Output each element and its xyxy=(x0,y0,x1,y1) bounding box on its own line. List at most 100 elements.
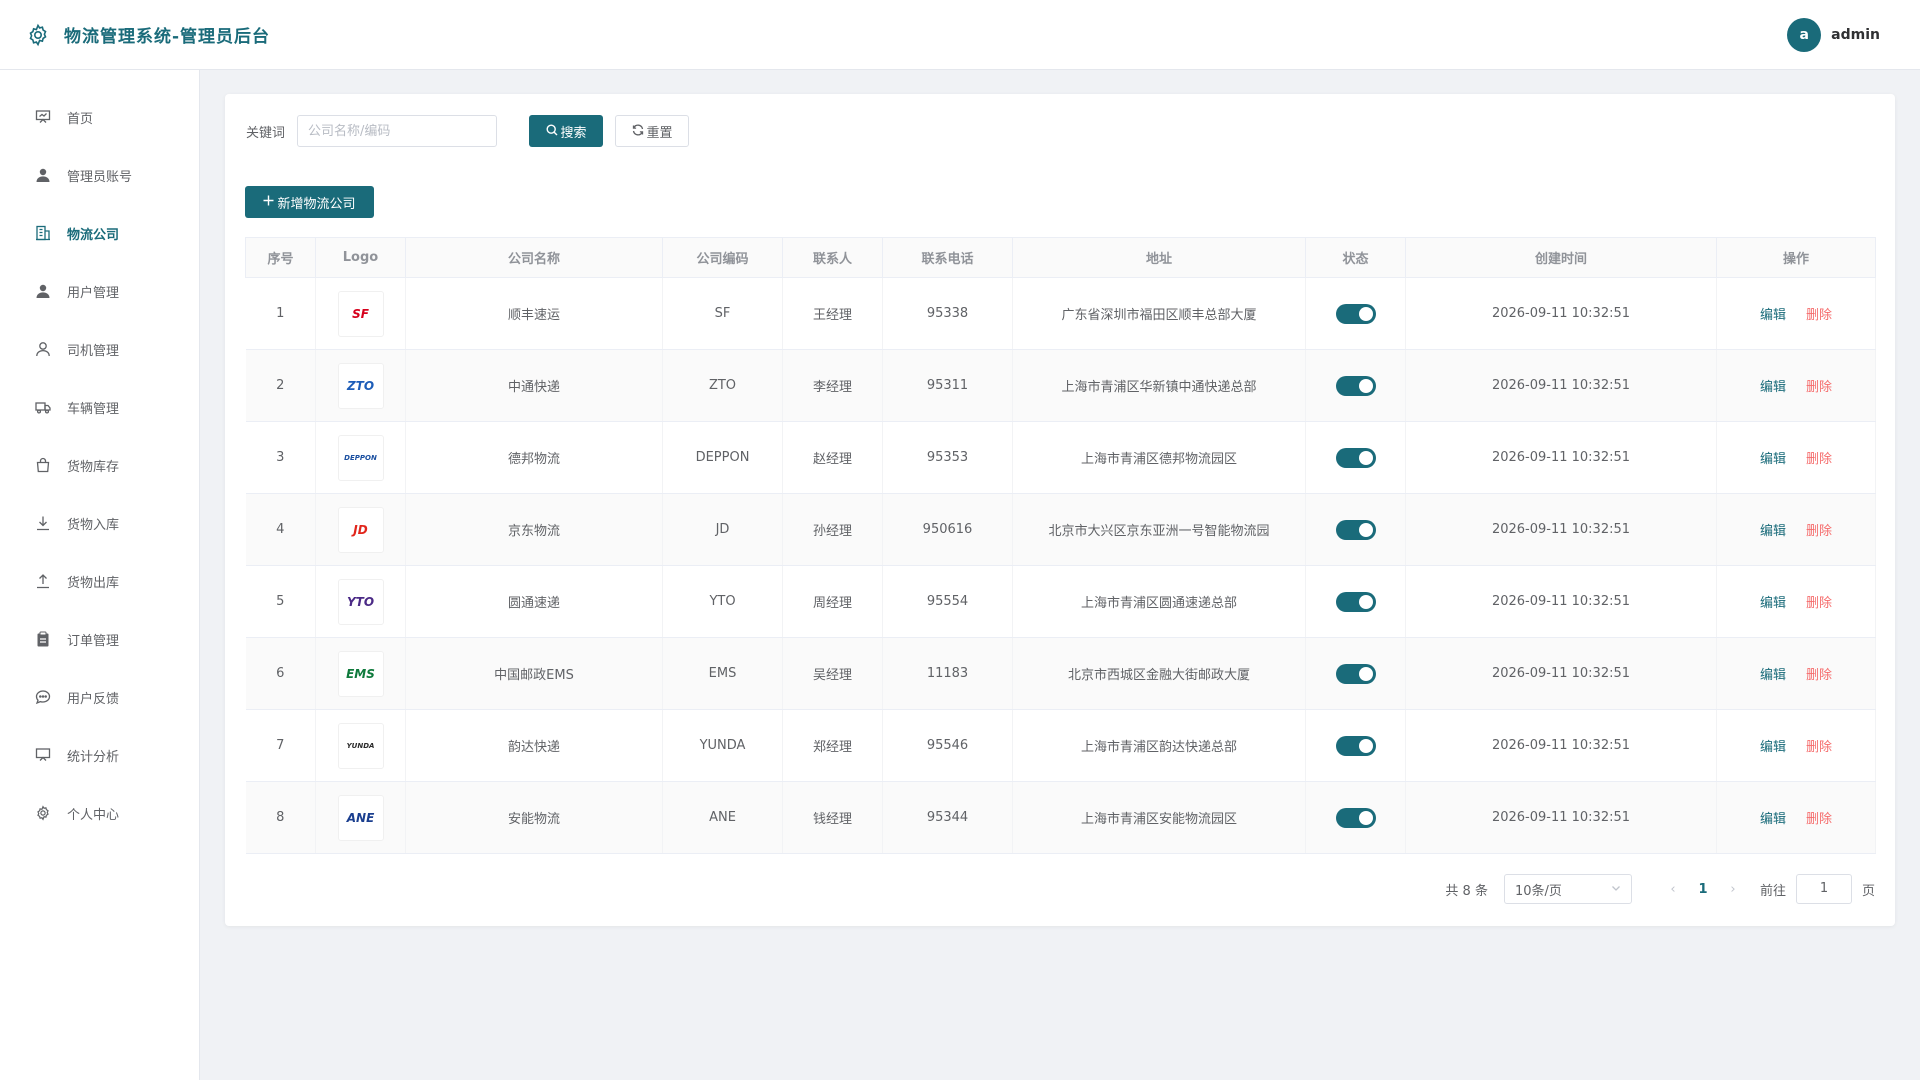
company-logo: ZTO xyxy=(337,362,384,409)
delete-link[interactable]: 删除 xyxy=(1806,452,1832,467)
reset-button[interactable]: 重置 xyxy=(615,115,690,147)
add-company-label: 新增物流公司 xyxy=(277,196,356,212)
edit-link[interactable]: 编辑 xyxy=(1760,596,1786,611)
status-toggle[interactable] xyxy=(1335,807,1376,828)
edit-link[interactable]: 编辑 xyxy=(1760,308,1786,323)
cell-contact: 赵经理 xyxy=(782,421,883,494)
cell-contact: 吴经理 xyxy=(782,637,883,710)
col-header-phone: 联系电话 xyxy=(882,237,1013,278)
cell-actions: 编辑 删除 xyxy=(1716,349,1876,422)
avatar[interactable]: a xyxy=(1787,18,1822,52)
user-menu[interactable]: a admin xyxy=(1787,18,1880,52)
cell-logo: ZTO xyxy=(315,349,406,422)
cell-address: 北京市大兴区京东亚洲一号智能物流园 xyxy=(1012,493,1306,566)
plus-icon xyxy=(263,195,274,209)
sidebar-item-label: 统计分析 xyxy=(67,749,120,765)
cell-index: 1 xyxy=(245,277,316,350)
sidebar-item-label: 司机管理 xyxy=(67,343,120,359)
cell-contact: 孙经理 xyxy=(782,493,883,566)
presentation-icon xyxy=(35,109,51,125)
status-toggle[interactable] xyxy=(1335,375,1376,396)
add-company-button[interactable]: 新增物流公司 xyxy=(245,186,374,218)
cell-created: 2026-09-11 10:32:51 xyxy=(1405,493,1717,566)
sidebar-item-label: 货物库存 xyxy=(67,459,120,475)
sidebar-item-label: 用户反馈 xyxy=(67,691,120,707)
delete-link[interactable]: 删除 xyxy=(1806,596,1832,611)
edit-link[interactable]: 编辑 xyxy=(1760,524,1786,539)
cell-logo: EMS xyxy=(315,637,406,710)
sidebar-item-orders[interactable]: 订单管理 xyxy=(0,610,199,668)
cell-address: 广东省深圳市福田区顺丰总部大厦 xyxy=(1012,277,1306,350)
cell-contact: 王经理 xyxy=(782,277,883,350)
delete-link[interactable]: 删除 xyxy=(1806,812,1832,827)
edit-link[interactable]: 编辑 xyxy=(1760,452,1786,467)
cell-company-code: YTO xyxy=(662,565,783,638)
sidebar-item-drivers[interactable]: 司机管理 xyxy=(0,320,199,378)
page-size-select[interactable]: 10条/页 xyxy=(1503,874,1632,904)
sidebar-item-stock-in[interactable]: 货物入库 xyxy=(0,494,199,552)
download-icon xyxy=(35,515,51,531)
sidebar-item-stock-out[interactable]: 货物出库 xyxy=(0,552,199,610)
cell-company-name: 安能物流 xyxy=(405,781,663,854)
edit-link[interactable]: 编辑 xyxy=(1760,812,1786,827)
sidebar-item-feedback[interactable]: 用户反馈 xyxy=(0,668,199,726)
sidebar-item-users[interactable]: 用户管理 xyxy=(0,262,199,320)
sidebar-item-statistics[interactable]: 统计分析 xyxy=(0,726,199,784)
sidebar-item-label: 首页 xyxy=(67,111,94,127)
status-toggle[interactable] xyxy=(1335,519,1376,540)
edit-link[interactable]: 编辑 xyxy=(1760,740,1786,755)
cell-created: 2026-09-11 10:32:51 xyxy=(1405,781,1717,854)
cell-logo: DEPPON xyxy=(315,421,406,494)
company-logo: ANE xyxy=(337,794,384,841)
sidebar-item-inventory[interactable]: 货物库存 xyxy=(0,436,199,494)
cell-company-name: 顺丰速运 xyxy=(405,277,663,350)
sidebar-item-vehicles[interactable]: 车辆管理 xyxy=(0,378,199,436)
status-toggle[interactable] xyxy=(1335,735,1376,756)
status-toggle[interactable] xyxy=(1335,447,1376,468)
status-toggle[interactable] xyxy=(1335,303,1376,324)
edit-link[interactable]: 编辑 xyxy=(1760,668,1786,683)
status-toggle[interactable] xyxy=(1335,663,1376,684)
cell-address: 上海市青浦区安能物流园区 xyxy=(1012,781,1306,854)
company-logo: YTO xyxy=(337,578,384,625)
cell-index: 4 xyxy=(245,493,316,566)
cell-logo: YTO xyxy=(315,565,406,638)
col-header-contact: 联系人 xyxy=(782,237,883,278)
page-number-current[interactable]: 1 xyxy=(1688,882,1718,897)
cell-contact: 李经理 xyxy=(782,349,883,422)
company-logo-text: EMS xyxy=(346,666,375,681)
chat-icon xyxy=(35,689,51,705)
keyword-input[interactable] xyxy=(297,115,498,147)
edit-link[interactable]: 编辑 xyxy=(1760,380,1786,395)
delete-link[interactable]: 删除 xyxy=(1806,380,1832,395)
sidebar-item-logistics-companies[interactable]: 物流公司 xyxy=(0,204,199,262)
delete-link[interactable]: 删除 xyxy=(1806,524,1832,539)
sidebar-item-label: 用户管理 xyxy=(67,285,120,301)
col-header-address: 地址 xyxy=(1012,237,1306,278)
status-toggle[interactable] xyxy=(1335,591,1376,612)
cell-logo: JD xyxy=(315,493,406,566)
prev-page-button[interactable]: ‹ xyxy=(1658,882,1688,897)
company-table: 序号 Logo 公司名称 公司编码 联系人 联系电话 地址 状态 创建时间 操作… xyxy=(245,237,1876,854)
refresh-icon xyxy=(632,124,644,139)
sidebar-item-home[interactable]: 首页 xyxy=(0,88,199,146)
sidebar-item-profile[interactable]: 个人中心 xyxy=(0,784,199,842)
search-button[interactable]: 搜索 xyxy=(529,115,604,147)
cell-company-code: EMS xyxy=(662,637,783,710)
next-page-button[interactable]: › xyxy=(1718,882,1748,897)
sidebar-item-admin-accounts[interactable]: 管理员账号 xyxy=(0,146,199,204)
cell-company-name: 韵达快递 xyxy=(405,709,663,782)
delete-link[interactable]: 删除 xyxy=(1806,308,1832,323)
username[interactable]: admin xyxy=(1831,27,1880,43)
cell-address: 上海市青浦区圆通速递总部 xyxy=(1012,565,1306,638)
delete-link[interactable]: 删除 xyxy=(1806,668,1832,683)
goto-page-input[interactable]: 1 xyxy=(1795,874,1852,904)
search-icon xyxy=(545,123,558,139)
cell-created: 2026-09-11 10:32:51 xyxy=(1405,709,1717,782)
cell-logo: YUNDA xyxy=(315,709,406,782)
table-header-row: 序号 Logo 公司名称 公司编码 联系人 联系电话 地址 状态 创建时间 操作 xyxy=(245,237,1876,278)
cell-created: 2026-09-11 10:32:51 xyxy=(1405,277,1717,350)
delete-link[interactable]: 删除 xyxy=(1806,740,1832,755)
cell-status xyxy=(1305,565,1406,638)
sidebar-item-label: 货物入库 xyxy=(67,517,120,533)
